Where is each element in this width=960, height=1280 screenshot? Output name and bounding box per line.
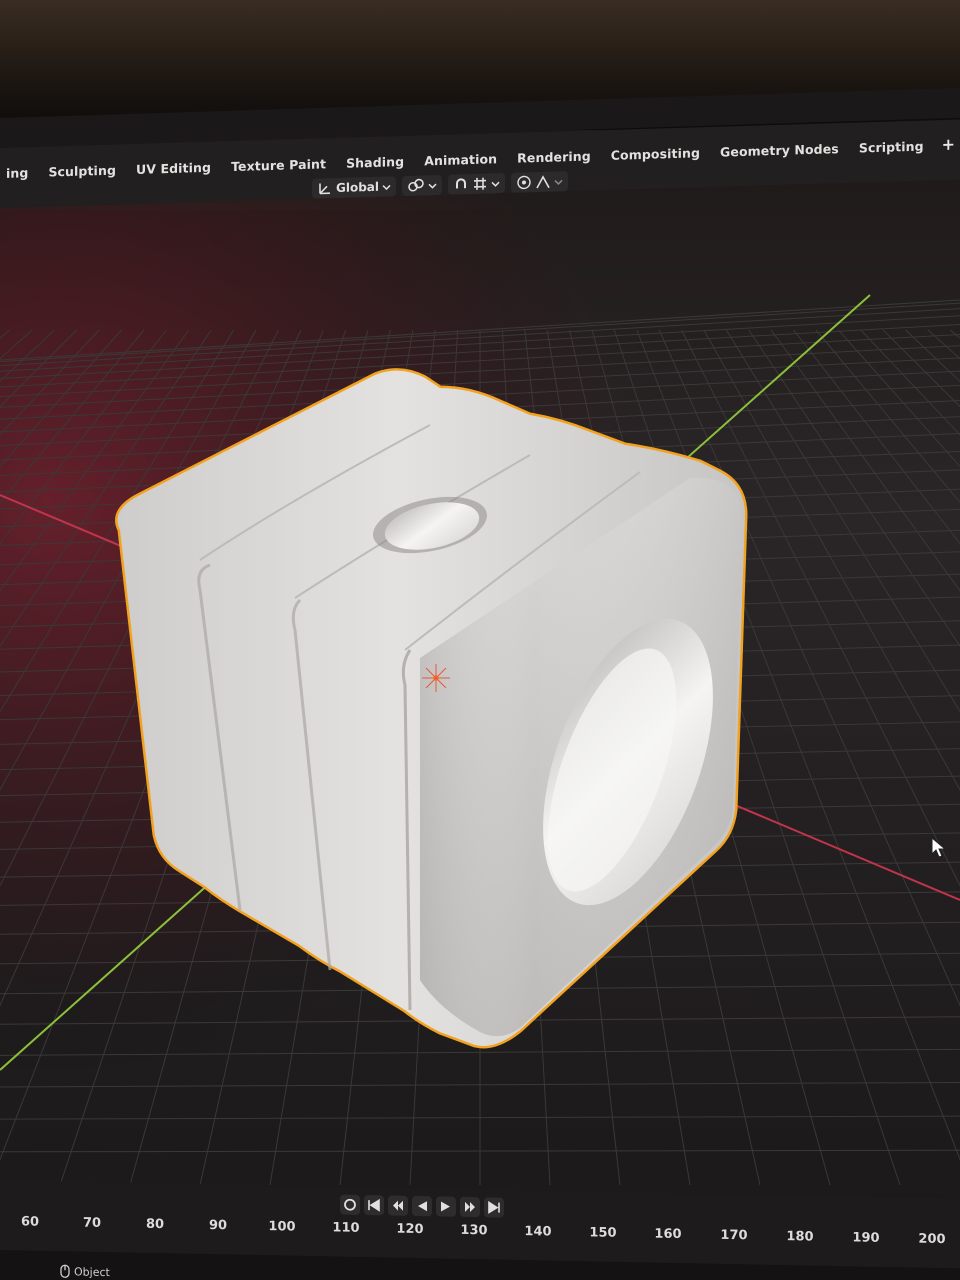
auto-keying-button[interactable] [340, 1194, 360, 1215]
transform-orientation-dropdown[interactable]: Global [312, 176, 397, 199]
object-origin-icon [422, 664, 450, 692]
pivot-point-dropdown[interactable] [402, 174, 443, 197]
chevron-down-icon [491, 181, 500, 187]
play-reverse-icon [418, 1201, 427, 1212]
mode-label-text: Object [74, 1264, 110, 1279]
chevron-down-icon [428, 183, 437, 189]
viewport-canvas[interactable] [0, 210, 960, 1185]
chevron-down-icon [554, 179, 563, 185]
magnet-icon [456, 178, 467, 189]
frame-label: 140 [524, 1224, 552, 1240]
tab-shading[interactable]: Shading [336, 150, 414, 175]
tab-texture-paint[interactable]: Texture Paint [221, 152, 336, 178]
tab-compositing[interactable]: Compositing [601, 141, 710, 167]
falloff-curve-icon [536, 175, 550, 189]
frame-label: 160 [654, 1226, 682, 1243]
snap-grid-icon [474, 177, 487, 190]
tab-rendering[interactable]: Rendering [507, 144, 601, 170]
play-button[interactable] [436, 1196, 456, 1217]
record-icon [344, 1198, 356, 1211]
blender-window: ing Sculpting UV Editing Texture Paint S… [0, 0, 960, 1280]
frame-label: 60 [20, 1214, 40, 1230]
transform-orientation-value: Global [336, 179, 380, 196]
add-workspace-button[interactable]: + [934, 133, 960, 157]
status-bar: Object [0, 1250, 960, 1280]
frame-label: 90 [208, 1218, 228, 1234]
timeline-editor: 60 70 80 90 100 110 120 130 140 150 160 … [0, 1180, 960, 1280]
frame-label: 150 [589, 1225, 617, 1241]
tab-layout-partial[interactable]: ing [0, 161, 38, 185]
frame-label: 110 [332, 1220, 360, 1236]
jump-keyframe-back-button[interactable] [388, 1195, 408, 1216]
tab-sculpting[interactable]: Sculpting [38, 158, 126, 184]
frame-label: 80 [145, 1216, 165, 1233]
frame-ruler[interactable]: 60 70 80 90 100 110 120 130 140 150 160 … [0, 1214, 960, 1252]
mouse-icon [60, 1264, 70, 1278]
frame-label: 200 [918, 1231, 946, 1248]
frame-label: 100 [268, 1219, 296, 1235]
tab-scripting[interactable]: Scripting [849, 134, 934, 160]
mouse-cursor-icon [931, 836, 947, 858]
link-pivot-icon [408, 178, 424, 192]
tab-geometry-nodes[interactable]: Geometry Nodes [710, 137, 849, 164]
skip-start-icon [368, 1198, 380, 1212]
frame-label: 170 [720, 1227, 748, 1244]
keyframe-forward-icon [465, 1201, 475, 1213]
chevron-down-icon [382, 184, 391, 190]
frame-label: 190 [852, 1230, 880, 1246]
frame-label: 120 [396, 1221, 424, 1238]
frame-label: 180 [786, 1229, 814, 1245]
proportional-editing-toggle[interactable] [511, 171, 569, 193]
viewport-header-tools: Global [312, 171, 569, 199]
frame-label: 70 [82, 1215, 102, 1231]
skip-end-icon [488, 1200, 500, 1214]
jump-to-start-button[interactable] [364, 1194, 384, 1216]
frame-label: 130 [460, 1222, 488, 1239]
tab-animation[interactable]: Animation [414, 147, 507, 173]
play-reverse-button[interactable] [412, 1195, 432, 1217]
tab-uv-editing[interactable]: UV Editing [126, 155, 221, 181]
3d-viewport[interactable] [0, 210, 960, 1185]
snapping-toggle[interactable] [448, 173, 506, 195]
proportional-editing-icon [517, 175, 531, 190]
play-icon [441, 1201, 450, 1212]
jump-to-end-button[interactable] [484, 1197, 504, 1218]
jump-keyframe-forward-button[interactable] [460, 1196, 480, 1218]
interaction-mode[interactable]: Object [60, 1264, 110, 1279]
playback-controls [340, 1194, 504, 1218]
keyframe-back-icon [393, 1200, 403, 1211]
orientation-axes-icon [319, 183, 330, 195]
